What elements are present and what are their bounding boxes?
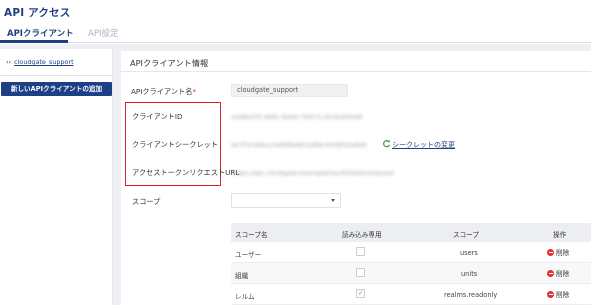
refresh-icon[interactable] <box>382 139 391 148</box>
chevron-code-icon: ‹› <box>6 58 12 66</box>
scope-name-cell: 組織 <box>235 272 249 280</box>
table-header: スコープ名 読み込み専用 スコープ 操作 <box>231 223 591 242</box>
scope-table: スコープ名 読み込み専用 スコープ 操作 ユーザー users 削除 組織 un… <box>231 223 591 305</box>
client-sidebar: ‹› cloudgate_support 新しいAPIクライアントの追加 <box>0 49 113 305</box>
scope-value-cell: users <box>460 249 478 257</box>
client-id-label: クライアントID <box>132 112 183 121</box>
delete-button[interactable]: 削除 <box>547 289 569 299</box>
scope-name-cell: レルム <box>235 293 255 301</box>
client-info-panel: APIクライアント情報 APIクライアント名* cloudgate_suppor… <box>121 51 591 305</box>
scope-value-cell: realms.readonly <box>444 291 498 299</box>
required-mark: * <box>192 87 196 96</box>
readonly-checkbox[interactable] <box>356 247 365 256</box>
delete-label: 削除 <box>556 291 570 299</box>
token-url-value: https://api.cloudgate.example/oauth/toke… <box>231 169 394 177</box>
tab-api-clients[interactable]: APIクライアント <box>7 27 74 39</box>
header-action: 操作 <box>553 231 567 239</box>
panel-title: APIクライアント情報 <box>130 58 209 68</box>
caret-down-icon <box>331 199 335 202</box>
token-url-label: アクセストークンリクエストURL <box>132 168 240 177</box>
delete-button[interactable]: 削除 <box>547 268 569 278</box>
scope-value-cell: units <box>461 270 478 278</box>
delete-icon <box>547 270 554 277</box>
client-name-field[interactable]: cloudgate_support <box>231 84 348 97</box>
tab-api-settings[interactable]: API設定 <box>88 27 118 39</box>
panel-divider <box>121 71 591 72</box>
tab-bar: APIクライアント API設定 <box>0 20 591 43</box>
scope-label: スコープ <box>132 197 161 206</box>
delete-icon <box>547 291 554 298</box>
sidebar-item-label: cloudgate_support <box>14 58 74 66</box>
header-readonly: 読み込み専用 <box>342 231 382 239</box>
readonly-checkbox[interactable] <box>356 268 365 277</box>
scope-select[interactable] <box>231 193 341 208</box>
scope-name-cell: ユーザー <box>235 251 262 259</box>
active-tab-indicator <box>0 40 68 43</box>
add-api-client-button[interactable]: 新しいAPIクライアントの追加 <box>1 82 112 96</box>
delete-label: 削除 <box>556 270 570 278</box>
client-name-label-text: APIクライアント名 <box>131 87 193 96</box>
delete-label: 削除 <box>556 249 570 257</box>
table-row: レルム ✓ realms.readonly 削除 <box>231 284 591 305</box>
header-scope: スコープ <box>453 231 479 239</box>
sidebar-item-cloudgate-support[interactable]: ‹› cloudgate_support <box>6 58 74 66</box>
client-secret-value: xk7P2nQ9vLm4Rt8sWz1yB6cHd3JfG5aKe0 <box>231 141 367 149</box>
client-name-label: APIクライアント名* <box>131 87 196 97</box>
table-row: 組織 units 削除 <box>231 263 591 284</box>
client-secret-label: クライアントシークレット <box>132 140 218 149</box>
page-title: API アクセス <box>4 7 71 19</box>
readonly-checkbox[interactable]: ✓ <box>356 289 365 298</box>
header-scope-name: スコープ名 <box>235 231 268 239</box>
sidebar-divider <box>0 75 112 76</box>
table-row: ユーザー users 削除 <box>231 242 591 263</box>
delete-icon <box>547 249 554 256</box>
delete-button[interactable]: 削除 <box>547 247 569 257</box>
checkmark-icon: ✓ <box>358 289 364 297</box>
client-id-value: a3d8e1f2-4b6c-9a0d-7e5f-1c2b3a4d5e6f <box>231 113 363 121</box>
change-secret-link[interactable]: シークレットの変更 <box>392 140 455 150</box>
